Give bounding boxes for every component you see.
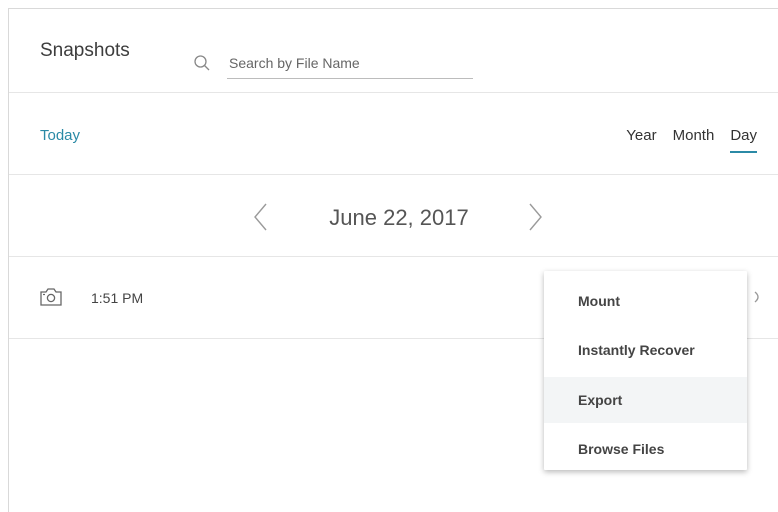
menu-item-instantly-recover[interactable]: Instantly Recover bbox=[544, 327, 747, 373]
search-input[interactable] bbox=[227, 49, 473, 79]
search-icon bbox=[194, 55, 210, 71]
tab-month[interactable]: Month bbox=[673, 127, 715, 153]
chevron-left-icon[interactable] bbox=[249, 201, 273, 233]
page-title: Snapshots bbox=[40, 40, 130, 61]
panel-header: Snapshots bbox=[9, 9, 778, 93]
more-options-icon[interactable] bbox=[753, 291, 763, 303]
camera-icon bbox=[40, 288, 62, 306]
tab-day[interactable]: Day bbox=[730, 127, 757, 153]
menu-item-mount[interactable]: Mount bbox=[544, 278, 747, 324]
snapshot-time: 1:51 PM bbox=[91, 290, 144, 306]
current-date: June 22, 2017 bbox=[329, 205, 469, 230]
snapshot-context-menu: Mount Instantly Recover Export Browse Fi… bbox=[544, 271, 747, 470]
menu-item-browse-files[interactable]: Browse Files bbox=[544, 426, 747, 472]
tab-year[interactable]: Year bbox=[626, 127, 656, 153]
today-link[interactable]: Today bbox=[40, 127, 80, 144]
search-box bbox=[193, 49, 473, 79]
date-toolbar: Today Year Month Day bbox=[9, 93, 778, 175]
date-navigation: June 22, 2017 bbox=[9, 175, 778, 257]
menu-item-export[interactable]: Export bbox=[544, 377, 747, 423]
chevron-right-icon[interactable] bbox=[523, 201, 547, 233]
view-tabs: Year Month Day bbox=[610, 127, 757, 153]
